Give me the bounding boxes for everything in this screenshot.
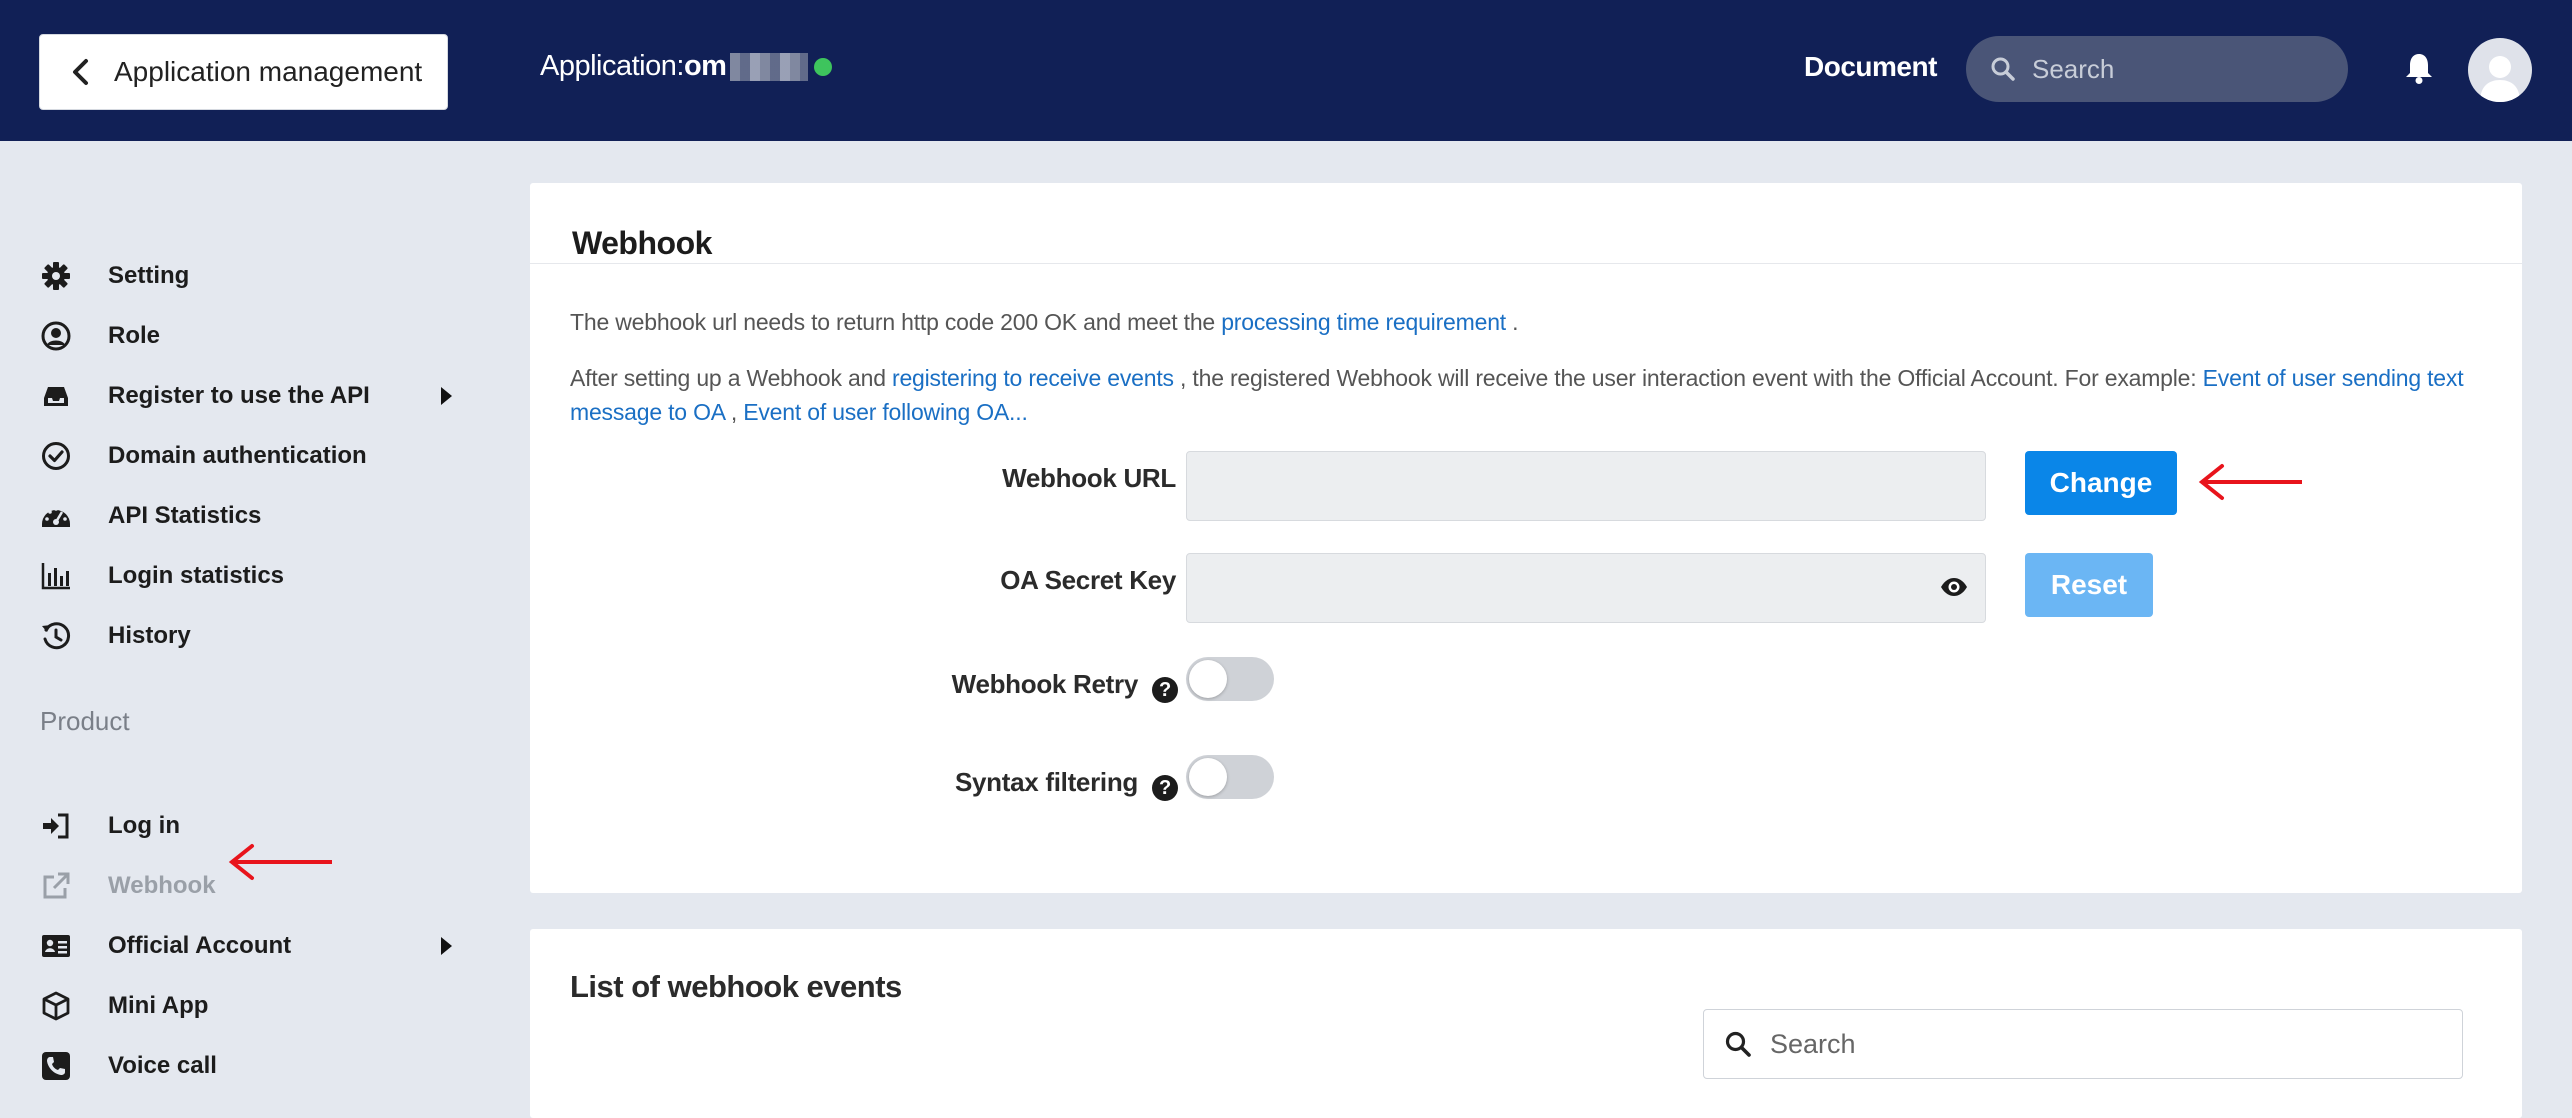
sidebar-item-api-statistics[interactable]: API Statistics xyxy=(40,491,460,541)
status-indicator-icon xyxy=(814,57,833,76)
webhook-url-input[interactable] xyxy=(1186,451,1986,521)
external-link-icon xyxy=(43,872,70,899)
webhook-card: Webhook The webhook url needs to return … xyxy=(530,183,2522,893)
sidebar-item-label: Mini App xyxy=(108,992,209,1019)
registering-to-receive-events-link[interactable]: registering to receive events xyxy=(892,365,1174,391)
header-search-input[interactable] xyxy=(2032,53,2332,85)
syntax-filtering-row-label: Syntax filtering? xyxy=(790,767,1178,801)
application-label-prefix: Application: xyxy=(540,50,684,82)
sidebar-item-mini-app[interactable]: Mini App xyxy=(40,981,460,1031)
sidebar-item-label: Login statistics xyxy=(108,562,285,589)
events-search-box[interactable] xyxy=(1703,1009,2463,1079)
webhook-retry-label: Webhook Retry xyxy=(951,669,1139,699)
change-button[interactable]: Change xyxy=(2025,451,2177,515)
caret-right-icon xyxy=(441,387,452,405)
help-icon[interactable]: ? xyxy=(1152,775,1178,801)
sidebar-item-label: Role xyxy=(108,322,161,349)
sidebar-item-register-api[interactable]: Register to use the API xyxy=(40,371,460,421)
sidebar-item-label: Setting xyxy=(108,262,190,289)
event-user-follow-oa-link[interactable]: Event of user following OA... xyxy=(743,399,1028,425)
oa-secret-key-field[interactable] xyxy=(1186,553,1986,623)
document-link[interactable]: Document xyxy=(1804,51,1937,83)
sidebar-item-login-statistics[interactable]: Login statistics xyxy=(40,551,460,601)
back-button-label: Application management xyxy=(114,56,423,87)
redacted-name-block xyxy=(730,52,809,81)
bell-icon[interactable] xyxy=(2404,52,2434,84)
phone-icon xyxy=(42,1052,70,1080)
processing-time-requirement-link[interactable]: processing time requirement xyxy=(1221,309,1506,335)
events-search-input[interactable] xyxy=(1770,1028,2450,1060)
webhook-retry-toggle[interactable] xyxy=(1186,657,1274,701)
sidebar-item-label: API Statistics xyxy=(108,502,262,529)
syntax-filtering-label: Syntax filtering xyxy=(954,767,1138,797)
sidebar-item-domain-authentication[interactable]: Domain authentication xyxy=(40,431,460,481)
bar-chart-icon xyxy=(41,563,70,590)
sidebar-item-label: Log in xyxy=(108,812,180,839)
toggle-knob xyxy=(1189,660,1227,698)
user-avatar[interactable] xyxy=(2468,38,2532,102)
chevron-left-icon xyxy=(73,59,88,85)
sidebar-item-label: History xyxy=(108,622,191,649)
user-icon xyxy=(2480,56,2520,102)
history-icon xyxy=(42,622,71,650)
webhook-events-title: List of webhook events xyxy=(570,969,902,1004)
oa-secret-key-label: OA Secret Key xyxy=(1000,565,1176,595)
search-icon xyxy=(1991,57,2015,81)
help-icon[interactable]: ? xyxy=(1152,677,1178,703)
annotation-arrow-icon xyxy=(228,844,332,880)
user-circle-icon xyxy=(41,321,71,351)
sidebar-item-official-account[interactable]: Official Account xyxy=(40,921,460,971)
sidebar: Setting Role Register to use the API Dom… xyxy=(0,141,490,1118)
cube-icon xyxy=(42,991,70,1021)
card-divider xyxy=(530,263,2522,264)
sidebar-item-label: Official Account xyxy=(108,932,292,959)
eye-icon[interactable] xyxy=(1939,572,1969,602)
sidebar-item-history[interactable]: History xyxy=(40,611,460,661)
reset-button[interactable]: Reset xyxy=(2025,553,2153,617)
inbox-icon xyxy=(44,387,68,406)
sidebar-section-product: Product xyxy=(40,706,130,736)
sidebar-item-voice-call[interactable]: Voice call xyxy=(40,1041,460,1091)
toggle-knob xyxy=(1189,758,1227,796)
check-circle-icon xyxy=(42,442,70,470)
webhook-events-card: List of webhook events xyxy=(530,929,2522,1118)
top-bar: Application management Application: om D… xyxy=(0,0,2572,141)
webhook-description-1: The webhook url needs to return http cod… xyxy=(570,309,1519,335)
dashboard-icon xyxy=(42,507,70,527)
application-name: Application: om xyxy=(540,50,833,83)
id-card-icon xyxy=(42,935,70,957)
caret-right-icon xyxy=(441,937,452,955)
sign-in-icon xyxy=(43,813,69,839)
sidebar-item-label: Voice call xyxy=(108,1052,217,1079)
application-name-value: om xyxy=(683,50,727,82)
sidebar-item-label: Domain authentication xyxy=(108,442,367,469)
gear-icon xyxy=(42,262,70,290)
sidebar-item-label: Register to use the API xyxy=(108,382,370,409)
webhook-url-label: Webhook URL xyxy=(1002,463,1176,493)
sidebar-item-setting[interactable]: Setting xyxy=(40,251,460,301)
annotation-arrow-icon xyxy=(2198,464,2302,500)
syntax-filtering-toggle[interactable] xyxy=(1186,755,1274,799)
sidebar-item-role[interactable]: Role xyxy=(40,311,460,361)
webhook-retry-row-label: Webhook Retry? xyxy=(790,669,1178,703)
webhook-title: Webhook xyxy=(572,225,712,261)
webhook-description-2: After setting up a Webhook and registeri… xyxy=(570,365,2464,425)
sidebar-item-label: Webhook xyxy=(108,872,216,899)
back-to-application-management-button[interactable]: Application management xyxy=(39,34,448,110)
search-icon xyxy=(1725,1031,1751,1057)
header-search-box[interactable] xyxy=(1966,36,2348,102)
